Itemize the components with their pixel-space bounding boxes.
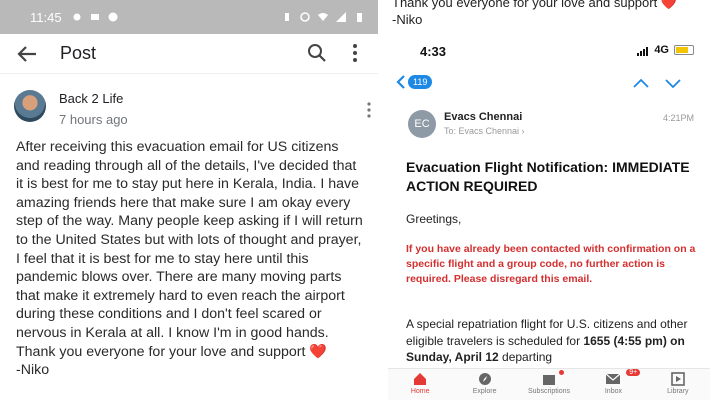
post-timestamp: 7 hours ago xyxy=(59,112,128,127)
tab-home[interactable]: Home xyxy=(388,369,452,400)
mail-notice: If you have already been contacted with … xyxy=(406,243,696,285)
app-bar: Post xyxy=(0,34,378,74)
tab-inbox[interactable]: 9+ Inbox xyxy=(581,369,645,400)
facebook-icon xyxy=(108,12,118,22)
mail-nav-bar: 119 xyxy=(388,72,710,100)
post-body: After receiving this evacuation email fo… xyxy=(16,138,366,380)
sender-name[interactable]: Evacs Chennai xyxy=(444,111,522,123)
post-header: Back 2 Life 7 hours ago xyxy=(14,90,374,130)
tab-label: Subscriptions xyxy=(528,388,571,395)
android-status-bar: 11:45 xyxy=(0,0,378,34)
home-icon xyxy=(414,373,427,385)
unread-count-badge: 119 xyxy=(408,75,433,89)
mail-icon xyxy=(606,373,621,384)
mail-greeting: Greetings, xyxy=(406,212,462,226)
tab-label: Library xyxy=(667,388,689,395)
mail-body-tail: departing xyxy=(498,350,553,364)
wifi-icon xyxy=(318,13,328,21)
status-time: 11:45 xyxy=(30,9,62,25)
heart-emoji: ❤️ xyxy=(309,343,328,360)
tab-label: Home xyxy=(410,388,430,395)
sender-row: EC Evacs Chennai To: Evacs Chennai › 4:2… xyxy=(408,110,708,150)
post-options-icon[interactable] xyxy=(364,100,374,120)
mail-timestamp: 4:21PM xyxy=(663,113,695,123)
tab-label: Explore xyxy=(472,388,497,395)
tab-library[interactable]: Library xyxy=(646,369,710,400)
ios-time: 4:33 xyxy=(420,44,447,59)
compass-icon xyxy=(478,373,491,385)
back-arrow-icon[interactable] xyxy=(14,42,40,66)
author-name[interactable]: Back 2 Life xyxy=(59,91,123,106)
library-icon xyxy=(671,372,685,386)
page-title: Post xyxy=(60,43,97,63)
settings-icon xyxy=(73,13,81,21)
cropped-text: Thank you everyone for your love and sup… xyxy=(392,0,677,28)
more-vert-icon[interactable] xyxy=(346,41,364,65)
notification-dot xyxy=(558,370,564,375)
tab-subscriptions[interactable]: Subscriptions xyxy=(517,369,581,400)
post-signature: -Niko xyxy=(16,362,50,379)
right-screenshot: Thank you everyone for your love and sup… xyxy=(388,0,710,400)
sender-avatar: EC xyxy=(408,110,436,138)
mail-body: A special repatriation flight for U.S. c… xyxy=(406,316,702,366)
vibrate-icon xyxy=(285,13,289,21)
tab-label: Inbox xyxy=(604,388,622,395)
ios-status-bar: 4:33 4G xyxy=(388,38,710,64)
left-screenshot: 11:45 Post Back 2 Life 7 hours ago After… xyxy=(0,0,378,400)
tab-bar: Home Explore Subscriptions 9+ Inbox Libr… xyxy=(388,368,710,400)
recipient-line[interactable]: To: Evacs Chennai › xyxy=(444,126,525,136)
chevron-up-icon[interactable] xyxy=(632,76,650,90)
battery-icon xyxy=(674,45,694,55)
cast-icon xyxy=(90,14,99,20)
network-type: 4G xyxy=(654,44,669,56)
chevron-down-icon[interactable] xyxy=(664,76,682,90)
avatar[interactable] xyxy=(14,90,46,122)
inbox-badge: 9+ xyxy=(626,369,641,376)
alarm-icon xyxy=(300,12,310,22)
mail-back-button[interactable]: 119 xyxy=(396,74,433,90)
mail-subject: Evacuation Flight Notification: IMMEDIAT… xyxy=(406,159,690,194)
chevron-left-icon xyxy=(396,75,405,89)
signal-icon xyxy=(336,12,346,22)
tab-explore[interactable]: Explore xyxy=(452,369,516,400)
flight-time-bold: 1655 xyxy=(583,333,611,348)
signal-bars-icon xyxy=(637,44,649,56)
post-text: After receiving this evacuation email fo… xyxy=(16,139,363,360)
search-icon[interactable] xyxy=(305,41,329,65)
subscriptions-icon xyxy=(543,375,556,385)
cropped-line-2: -Niko xyxy=(392,12,423,27)
cropped-line-1: Thank you everyone for your love and sup… xyxy=(392,0,678,10)
battery-icon xyxy=(357,13,362,22)
